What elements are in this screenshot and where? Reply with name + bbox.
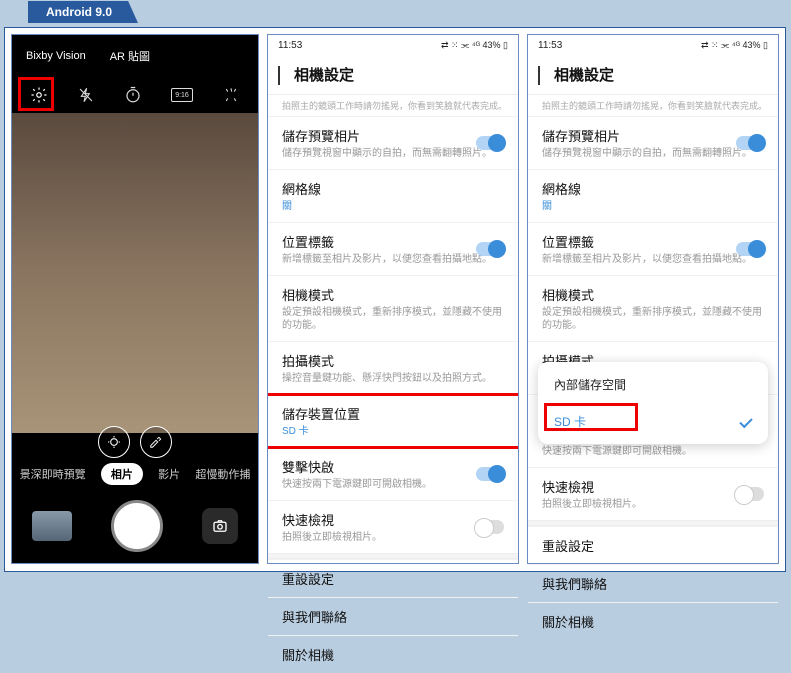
item-contact-us[interactable]: 與我們聯絡 (528, 564, 778, 602)
item-location-tag[interactable]: 位置標籤新增標籤至相片及影片，以便您查看拍攝地點。 (528, 222, 778, 275)
toggle-off[interactable] (476, 520, 504, 534)
back-icon[interactable] (538, 66, 540, 84)
item-camera-modes[interactable]: 相機模式設定預設相機模式，重新排序模式，並隱藏不使用的功能。 (528, 275, 778, 341)
item-quick-review[interactable]: 快速檢視拍照後立即檢視相片。 (268, 500, 518, 553)
item-camera-modes[interactable]: 相機模式設定預設相機模式，重新排序模式，並隱藏不使用的功能。 (268, 275, 518, 341)
camera-mode-strip[interactable]: 景深即時預覽 相片 影片 超慢動作捕 (12, 459, 258, 489)
item-save-preview[interactable]: 儲存預覽相片儲存預覽視窗中顯示的自拍，而無需翻轉照片。 (268, 116, 518, 169)
item-save-preview[interactable]: 儲存預覽相片儲存預覽視窗中顯示的自拍，而無需翻轉照片。 (528, 116, 778, 169)
status-indicators: ⇄ ⁙ ⫘ ⁴ᴳ 43% ▯ (441, 40, 508, 51)
mode-photo[interactable]: 相片 (101, 463, 143, 485)
item-shooting-methods[interactable]: 拍攝模式操控音量鍵功能、懸浮快門按鈕以及拍照方式。 (268, 341, 518, 394)
bixby-vision-tab[interactable]: Bixby Vision (26, 50, 86, 62)
item-contact-us[interactable]: 與我們聯絡 (268, 597, 518, 635)
scene-optimizer-icon[interactable] (98, 426, 130, 458)
item-grid-lines[interactable]: 網格線關 (268, 169, 518, 222)
item-storage-location[interactable]: 儲存裝置位置SD 卡 (268, 394, 518, 447)
item-location-tag[interactable]: 位置標籤新增標籤至相片及影片，以便您查看拍攝地點。 (268, 222, 518, 275)
camera-bottom-bar (12, 489, 258, 563)
top-description: 拍照主的鏡頭工作時請勿搖晃，你看到笑臉就代表完成。 (268, 95, 518, 116)
status-time: 11:53 (278, 40, 302, 51)
flash-icon[interactable] (77, 86, 95, 104)
settings-list: 儲存預覽相片儲存預覽視窗中顯示的自拍，而無需翻轉照片。 網格線關 位置標籤新增標… (268, 116, 518, 673)
beauty-icon[interactable] (140, 426, 172, 458)
effects-icon[interactable] (222, 86, 240, 104)
check-icon (739, 415, 752, 428)
phone-settings-dropdown: 11:53 ⇄ ⁙ ⫘ ⁴ᴳ 43% ▯ 相機設定 拍照主的鏡頭工作時請勿搖晃，… (527, 34, 779, 564)
status-bar: 11:53 ⇄ ⁙ ⫘ ⁴ᴳ 43% ▯ (528, 35, 778, 55)
item-about-camera[interactable]: 關於相機 (268, 635, 518, 673)
camera-viewfinder[interactable] (12, 113, 258, 433)
settings-list: 儲存預覽相片儲存預覽視窗中顯示的自拍，而無需翻轉照片。 網格線關 位置標籤新增標… (528, 116, 778, 640)
page-title: 相機設定 (294, 64, 354, 85)
back-icon[interactable] (278, 66, 280, 84)
item-quick-review[interactable]: 快速檢視拍照後立即檢視相片。 (528, 467, 778, 520)
timer-icon[interactable] (124, 86, 142, 104)
item-about-camera[interactable]: 關於相機 (528, 602, 778, 640)
mode-scene[interactable]: 景深即時預覽 (20, 466, 86, 482)
os-version-tab: Android 9.0 (28, 1, 138, 23)
toggle-on[interactable] (736, 242, 764, 256)
status-indicators: ⇄ ⁙ ⫘ ⁴ᴳ 43% ▯ (701, 40, 768, 51)
switch-camera-icon[interactable] (202, 508, 238, 544)
item-quick-launch[interactable]: 雙擊快啟快速按兩下電源鍵即可開啟相機。 (268, 447, 518, 500)
screenshot-comparison: Bixby Vision AR 貼圖 9:16 景深即時預覽 相片 影片 超慢動… (4, 27, 786, 572)
item-reset[interactable]: 重設設定 (268, 559, 518, 597)
toggle-on[interactable] (476, 136, 504, 150)
gallery-thumbnail[interactable] (32, 511, 72, 541)
aspect-ratio-icon[interactable]: 9:16 (171, 88, 193, 102)
gear-icon[interactable] (30, 86, 48, 104)
phone-settings-storage: 11:53 ⇄ ⁙ ⫘ ⁴ᴳ 43% ▯ 相機設定 拍照主的鏡頭工作時請勿搖晃，… (267, 34, 519, 564)
camera-mid-icons (12, 426, 258, 458)
settings-header: 相機設定 (268, 55, 518, 95)
toggle-on[interactable] (476, 242, 504, 256)
toggle-on[interactable] (736, 136, 764, 150)
camera-top-bar: Bixby Vision AR 貼圖 (12, 35, 258, 77)
dropdown-sd-card[interactable]: SD 卡 (538, 403, 768, 440)
dropdown-internal-storage[interactable]: 內部儲存空間 (538, 366, 768, 403)
mode-slowmo[interactable]: 超慢動作捕 (195, 466, 250, 482)
ar-sticker-tab[interactable]: AR 貼圖 (110, 48, 150, 64)
top-description: 拍照主的鏡頭工作時請勿搖晃，你看到笑臉就代表完成。 (528, 95, 778, 116)
status-bar: 11:53 ⇄ ⁙ ⫘ ⁴ᴳ 43% ▯ (268, 35, 518, 55)
camera-icon-row: 9:16 (12, 77, 258, 113)
phone-camera: Bixby Vision AR 貼圖 9:16 景深即時預覽 相片 影片 超慢動… (11, 34, 259, 564)
settings-header: 相機設定 (528, 55, 778, 95)
page-title: 相機設定 (554, 64, 614, 85)
shutter-button[interactable] (111, 500, 163, 552)
toggle-off[interactable] (736, 487, 764, 501)
mode-video[interactable]: 影片 (158, 466, 180, 482)
status-time: 11:53 (538, 40, 562, 51)
toggle-on[interactable] (476, 467, 504, 481)
item-grid-lines[interactable]: 網格線關 (528, 169, 778, 222)
storage-dropdown: 內部儲存空間 SD 卡 (538, 362, 768, 444)
item-reset[interactable]: 重設設定 (528, 526, 778, 564)
